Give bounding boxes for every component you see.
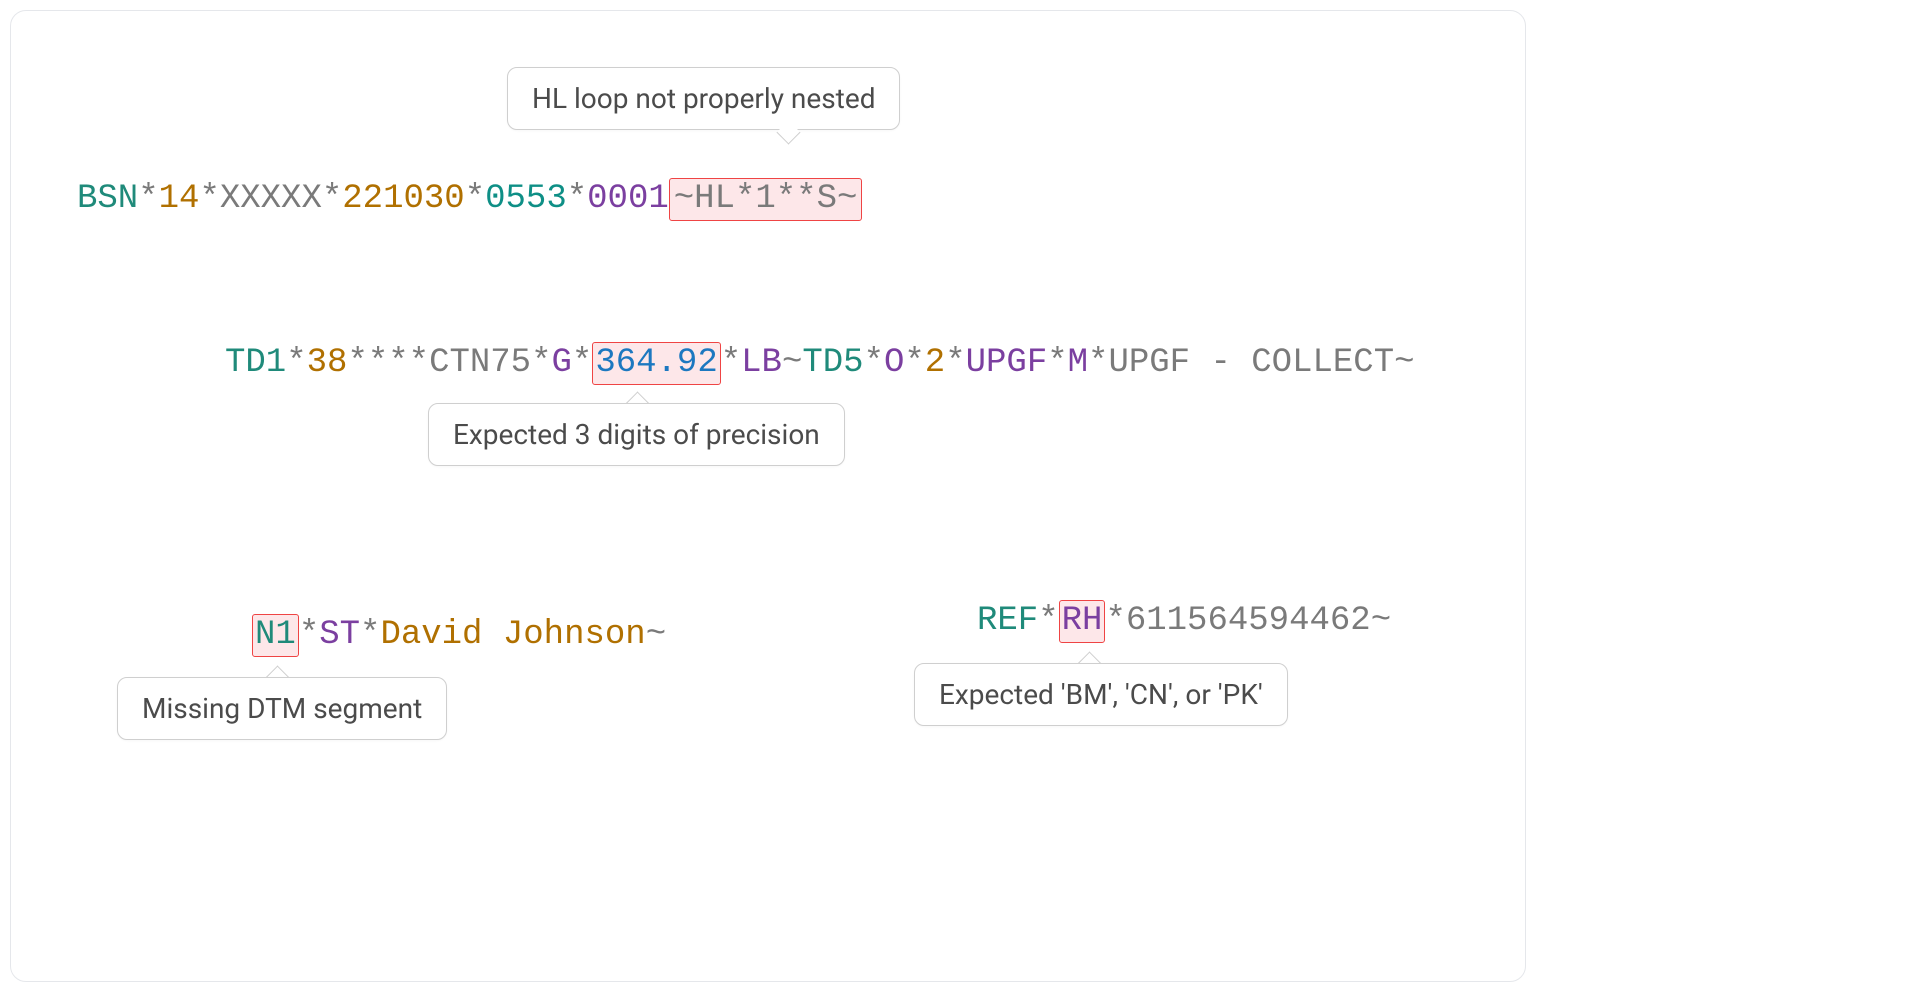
code-line-4: REF*RH*611564594462~ bbox=[977, 600, 1391, 643]
terminator-tilde: ~ bbox=[782, 344, 802, 382]
error-highlight-hl: ~HL*1**S~ bbox=[669, 178, 863, 221]
delimiter-star: * bbox=[904, 344, 924, 382]
value-upgf: UPGF bbox=[966, 344, 1048, 382]
value-rh: RH bbox=[1062, 602, 1103, 640]
tooltip-expected-codes: Expected 'BM', 'CN', or 'PK' bbox=[914, 663, 1288, 726]
value-ctn75: CTN75 bbox=[429, 344, 531, 382]
value-611564594462: 611564594462 bbox=[1126, 602, 1371, 640]
delimiter-star: * bbox=[1038, 602, 1058, 640]
delimiter-star: * bbox=[286, 344, 306, 382]
terminator-tilde: ~ bbox=[646, 616, 666, 654]
delimiter-star: * bbox=[721, 344, 741, 382]
value-hl-segment: ~HL*1**S~ bbox=[674, 180, 858, 218]
value-st: ST bbox=[319, 616, 360, 654]
delimiter-star: * bbox=[864, 344, 884, 382]
tooltip-hl-nested: HL loop not properly nested bbox=[507, 67, 900, 130]
segment-td5: TD5 bbox=[802, 344, 863, 382]
delimiter-star: * bbox=[1088, 344, 1108, 382]
value-14: 14 bbox=[159, 180, 200, 218]
value-xxxxx: XXXXX bbox=[220, 180, 322, 218]
tooltip-missing-dtm: Missing DTM segment bbox=[117, 677, 447, 740]
value-364-92: 364.92 bbox=[595, 344, 717, 382]
delimiter-stars: **** bbox=[347, 344, 429, 382]
tooltip-text: Expected 3 digits of precision bbox=[453, 418, 820, 451]
value-0001: 0001 bbox=[587, 180, 669, 218]
tooltip-text: HL loop not properly nested bbox=[532, 82, 875, 115]
value-lb: LB bbox=[741, 344, 782, 382]
segment-n1: N1 bbox=[255, 616, 296, 654]
error-highlight-precision: 364.92 bbox=[592, 342, 720, 385]
value-221030: 221030 bbox=[342, 180, 464, 218]
value-0553: 0553 bbox=[485, 180, 567, 218]
value-upgf-collect: UPGF - COLLECT bbox=[1108, 344, 1394, 382]
segment-bsn: BSN bbox=[77, 180, 138, 218]
tooltip-text: Missing DTM segment bbox=[142, 692, 422, 725]
terminator-tilde: ~ bbox=[1371, 602, 1391, 640]
delimiter-star: * bbox=[322, 180, 342, 218]
delimiter-star: * bbox=[360, 616, 380, 654]
delimiter-star: * bbox=[531, 344, 551, 382]
delimiter-star: * bbox=[567, 180, 587, 218]
delimiter-star: * bbox=[945, 344, 965, 382]
segment-ref: REF bbox=[977, 602, 1038, 640]
value-o: O bbox=[884, 344, 904, 382]
code-line-2: TD1*38****CTN75*G*364.92*LB~TD5*O*2*UPGF… bbox=[225, 342, 1415, 385]
delimiter-star: * bbox=[465, 180, 485, 218]
diagram-card: HL loop not properly nested BSN*14*XXXXX… bbox=[10, 10, 1526, 982]
value-m: M bbox=[1068, 344, 1088, 382]
delimiter-star: * bbox=[299, 616, 319, 654]
delimiter-star: * bbox=[1047, 344, 1067, 382]
value-david-johnson: David Johnson bbox=[380, 616, 645, 654]
error-highlight-rh: RH bbox=[1059, 600, 1106, 643]
delimiter-star: * bbox=[138, 180, 158, 218]
code-line-1: BSN*14*XXXXX*221030*0553*0001~HL*1**S~ bbox=[77, 178, 862, 221]
value-2: 2 bbox=[925, 344, 945, 382]
code-line-3: N1*ST*David Johnson~ bbox=[252, 614, 666, 657]
segment-td1: TD1 bbox=[225, 344, 286, 382]
diagram-stage: HL loop not properly nested BSN*14*XXXXX… bbox=[11, 11, 1525, 981]
value-38: 38 bbox=[307, 344, 348, 382]
delimiter-star: * bbox=[199, 180, 219, 218]
terminator-tilde: ~ bbox=[1394, 344, 1414, 382]
tooltip-text: Expected 'BM', 'CN', or 'PK' bbox=[939, 678, 1263, 711]
error-highlight-n1: N1 bbox=[252, 614, 299, 657]
value-g: G bbox=[552, 344, 572, 382]
delimiter-star: * bbox=[572, 344, 592, 382]
delimiter-star: * bbox=[1105, 602, 1125, 640]
tooltip-precision: Expected 3 digits of precision bbox=[428, 403, 845, 466]
